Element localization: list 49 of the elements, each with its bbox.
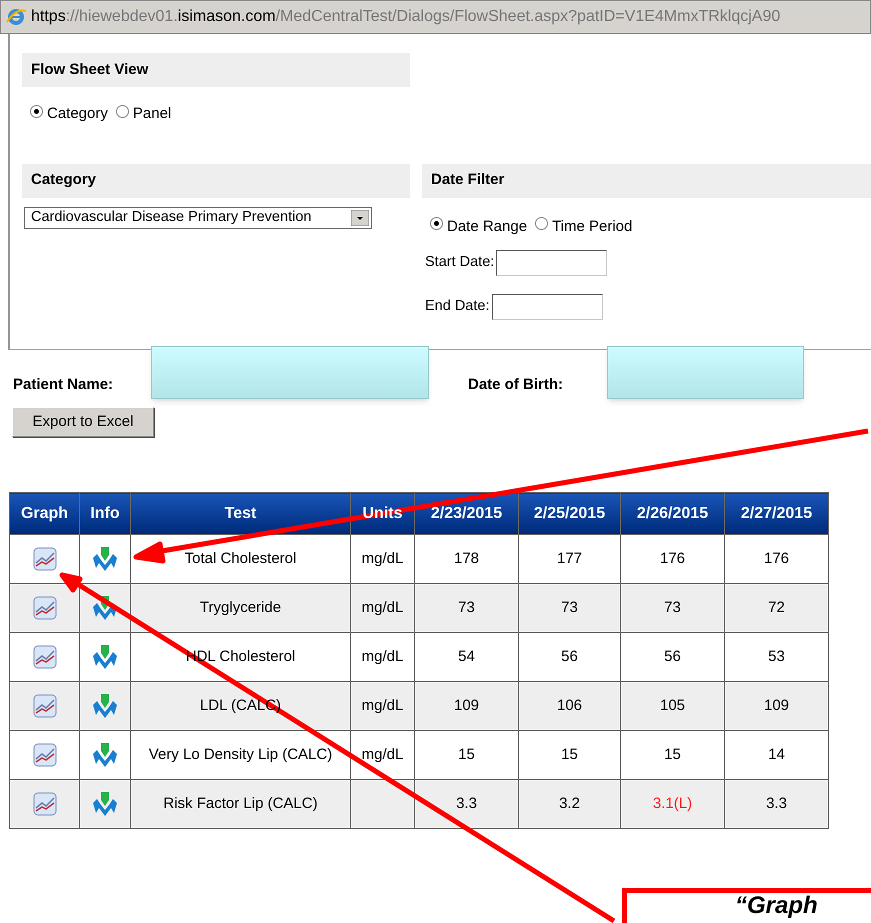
table-cell: Very Lo Density Lip (CALC) <box>148 746 332 763</box>
medical-info-icon[interactable] <box>92 791 118 817</box>
table-cell: 3.2 <box>518 780 620 828</box>
field-label: Patient Name: <box>13 375 114 395</box>
end-date-field[interactable] <box>492 294 602 320</box>
line-graph-icon[interactable] <box>32 694 56 718</box>
dropdown-arrow-icon[interactable] <box>351 210 369 226</box>
line-graph-icon[interactable] <box>32 792 56 816</box>
start-date-field[interactable] <box>496 250 608 276</box>
column-header: 2/27/2015 <box>740 504 812 522</box>
radio-label: Time Period <box>552 216 632 236</box>
column-header: 2/25/2015 <box>534 504 606 522</box>
line-graph-icon[interactable] <box>32 547 56 571</box>
section-header: Category <box>22 164 410 198</box>
address-bar[interactable]: https://hiewebdev01.isimason.com/MedCentralTest/Dialogs/FlowSheet.aspx?patID=V1E4MmxTRklqcjA90 <box>0 0 871 34</box>
table-cell: Total Cholesterol <box>184 550 296 567</box>
radio-label: Category <box>47 104 108 124</box>
section-header: Flow Sheet View <box>22 53 410 87</box>
table-cell: Risk Factor Lip (CALC) <box>163 794 318 812</box>
column-header: 2/23/2015 <box>430 504 502 522</box>
medical-info-icon[interactable] <box>92 644 118 670</box>
table-cell: 3.1(L) <box>620 780 724 828</box>
column-header: Info <box>90 504 120 522</box>
table-cell: 3.3 <box>724 780 828 828</box>
section-header: Date Filter <box>422 164 871 198</box>
url-text: https://hiewebdev01.isimason.com/MedCentralTest/Dialogs/FlowSheet.aspx?patID=V1E4MmxTRklqcjA90 <box>31 7 780 27</box>
category-dropdown[interactable]: Cardiovascular Disease Primary Prevention <box>24 206 372 228</box>
radio-button[interactable] <box>430 217 443 230</box>
radio-button[interactable] <box>30 104 43 118</box>
radio-label: Date Range <box>447 216 528 236</box>
radio-label: Panel <box>132 104 172 124</box>
radio-button[interactable] <box>116 104 129 118</box>
medical-info-icon[interactable] <box>92 546 118 572</box>
globe-icon <box>5 6 27 28</box>
callout-box: “Graph <box>622 888 871 923</box>
field-label: End Date: <box>425 297 490 316</box>
column-header: Graph <box>20 504 68 522</box>
line-graph-icon[interactable] <box>32 743 56 767</box>
export-button[interactable]: Export to Excel <box>12 407 154 437</box>
medical-info-icon[interactable] <box>92 693 118 719</box>
table-cell: Tryglyceride <box>200 598 282 616</box>
field-label: Date of Birth: <box>468 375 563 395</box>
line-graph-icon[interactable] <box>32 596 56 620</box>
radio-button[interactable] <box>535 217 548 230</box>
line-graph-icon[interactable] <box>32 645 56 669</box>
column-header: Test <box>224 504 256 522</box>
column-header: 2/26/2015 <box>636 504 708 522</box>
medical-info-icon[interactable] <box>92 742 118 768</box>
field-label: Start Date: <box>425 253 494 272</box>
